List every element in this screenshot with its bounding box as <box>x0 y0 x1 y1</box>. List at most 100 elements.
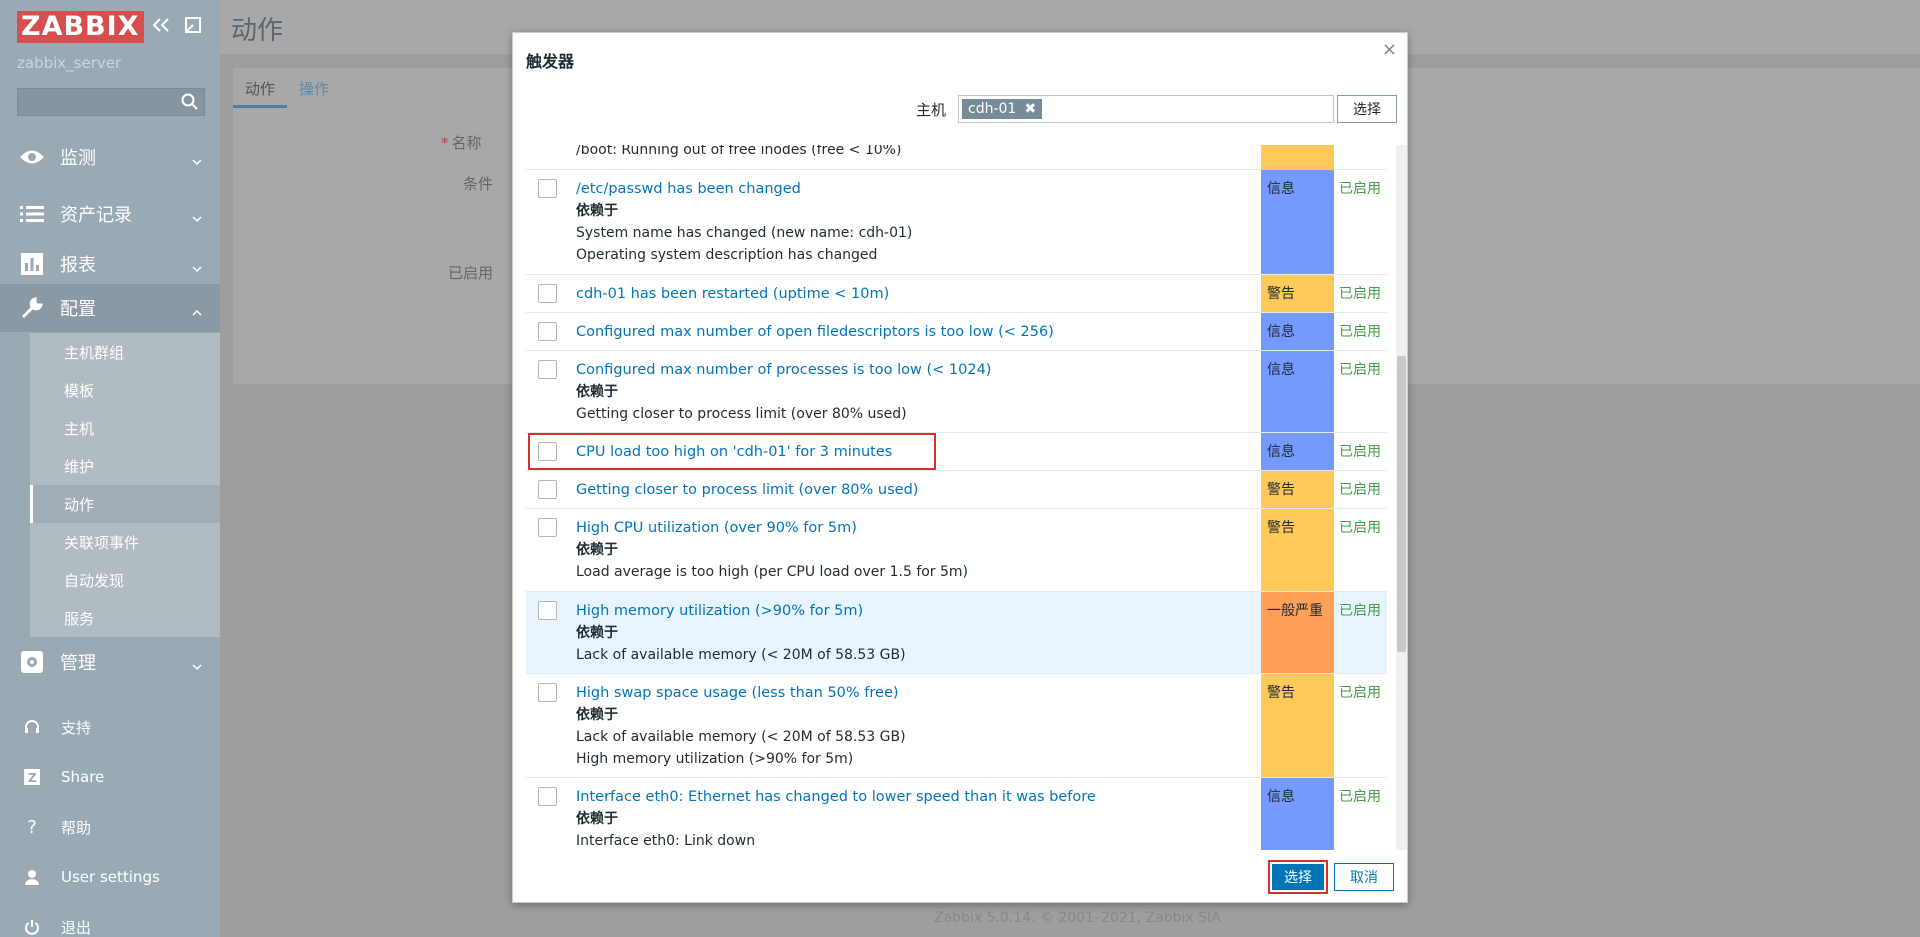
list-scrollbar[interactable] <box>1396 145 1407 850</box>
trigger-select-dialog: 触发器 × 主机 cdh-01 ✖ 选择 /boot: Running out … <box>512 32 1408 903</box>
status-text: 已启用 <box>1339 324 1381 340</box>
trigger-name-link[interactable]: High swap space usage (less than 50% fre… <box>576 682 1256 704</box>
row-checkbox[interactable] <box>538 601 557 620</box>
chevron-down-icon <box>192 150 202 171</box>
severity-badge: 信息 <box>1261 313 1334 350</box>
host-chip-label: cdh-01 <box>968 101 1017 117</box>
menu-user-settings[interactable]: User settings <box>0 857 220 897</box>
trigger-name-link[interactable]: Configured max number of processes is to… <box>576 359 1256 381</box>
submenu-item-hosts[interactable]: 主机 <box>30 409 220 447</box>
collapse-sidebar-icon[interactable] <box>150 14 172 36</box>
trigger-name-link[interactable]: Interface eth0: Ethernet has changed to … <box>576 786 1256 808</box>
table-row: High memory utilization (>90% for 5m) 依赖… <box>526 592 1387 674</box>
headset-icon <box>20 719 44 735</box>
zabbix-logo[interactable]: ZABBIX <box>17 11 144 43</box>
submenu-item-services[interactable]: 服务 <box>30 599 220 637</box>
menu-inventory[interactable]: 资产记录 <box>0 190 220 238</box>
host-chip: cdh-01 ✖ <box>962 99 1043 119</box>
power-icon <box>20 919 44 935</box>
row-checkbox[interactable] <box>538 179 557 198</box>
severity-badge <box>1261 145 1334 170</box>
select-button[interactable]: 选择 <box>1268 860 1328 894</box>
row-checkbox[interactable] <box>538 787 557 806</box>
submenu-item-maintenance[interactable]: 维护 <box>30 447 220 485</box>
menu-share[interactable]: Z Share <box>0 757 220 797</box>
menu-label: 配置 <box>60 299 96 320</box>
footer-copyright: Zabbix 5.0.14. © 2001–2021, Zabbix SIA <box>934 910 1221 926</box>
table-row: Getting closer to process limit (over 80… <box>526 471 1387 509</box>
table-row: /etc/passwd has been changed 依赖于 System … <box>526 170 1387 275</box>
search-icon[interactable] <box>181 93 199 115</box>
dependency-text: High memory utilization (>90% for 5m) <box>576 751 854 767</box>
gear-icon <box>18 648 46 676</box>
menu-help[interactable]: ? 帮助 <box>0 807 220 847</box>
row-checkbox[interactable] <box>538 284 557 303</box>
cancel-button[interactable]: 取消 <box>1334 863 1394 891</box>
submenu-item-actions[interactable]: 动作 <box>30 485 220 523</box>
close-icon[interactable]: × <box>1382 39 1397 60</box>
sidebar: ZABBIX zabbix_server 监测 资产记录 报表 配置 主机群组 … <box>0 0 220 937</box>
tab-operations[interactable]: 操作 <box>287 68 341 108</box>
dependency-text: Interface eth0: Link down <box>576 833 756 849</box>
table-row: Configured max number of open filedescri… <box>526 313 1387 351</box>
list-icon <box>18 200 46 228</box>
submenu-item-event-correlation[interactable]: 关联项事件 <box>30 523 220 561</box>
help-icon: ? <box>27 816 37 838</box>
submenu-item-discovery[interactable]: 自动发现 <box>30 561 220 599</box>
status-text: 已启用 <box>1339 482 1381 498</box>
remove-chip-icon[interactable]: ✖ <box>1024 99 1036 119</box>
trigger-name-link[interactable]: CPU load too high on 'cdh-01' for 3 minu… <box>576 441 1256 463</box>
row-checkbox[interactable] <box>538 683 557 702</box>
menu-configuration[interactable]: 配置 <box>0 284 220 332</box>
trigger-name-link[interactable]: High memory utilization (>90% for 5m) <box>576 600 1256 622</box>
depends-on-label: 依赖于 <box>576 625 618 641</box>
bar-chart-icon <box>18 250 46 278</box>
menu-label: 帮助 <box>61 818 92 837</box>
trigger-name-link[interactable]: Configured max number of open filedescri… <box>576 321 1256 343</box>
row-checkbox[interactable] <box>538 480 557 499</box>
table-row: Configured max number of processes is to… <box>526 351 1387 433</box>
menu-monitoring[interactable]: 监测 <box>0 133 220 181</box>
table-row: Interface eth0: Ethernet has changed to … <box>526 778 1387 850</box>
severity-badge: 信息 <box>1261 170 1334 274</box>
trigger-name-link[interactable]: /etc/passwd has been changed <box>576 178 1256 200</box>
row-checkbox[interactable] <box>538 360 557 379</box>
dependency-text: Lack of available memory (< 20M of 58.53… <box>576 729 906 745</box>
trigger-name-link[interactable]: cdh-01 has been restarted (uptime < 10m) <box>576 283 1256 305</box>
menu-reports[interactable]: 报表 <box>0 240 220 288</box>
dependency-text: Load average is too high (per CPU load o… <box>576 564 969 580</box>
menu-label: 监测 <box>60 148 96 169</box>
trigger-name-link[interactable]: High CPU utilization (over 90% for 5m) <box>576 517 1256 539</box>
host-select-button[interactable]: 选择 <box>1337 95 1397 123</box>
submenu-item-templates[interactable]: 模板 <box>30 371 220 409</box>
chevron-down-icon <box>192 655 202 676</box>
menu-label: 退出 <box>61 918 92 937</box>
host-multiselect-input[interactable]: cdh-01 ✖ <box>958 95 1334 123</box>
row-checkbox[interactable] <box>538 322 557 341</box>
scrollbar-thumb[interactable] <box>1397 356 1406 652</box>
table-row: /boot: Running out of free inodes (free … <box>526 145 1387 170</box>
menu-administration[interactable]: 管理 <box>0 638 220 686</box>
menu-support[interactable]: 支持 <box>0 707 220 747</box>
enabled-label: 已启用 <box>448 264 494 282</box>
eye-icon <box>18 143 46 171</box>
dialog-title: 触发器 <box>526 52 575 71</box>
trigger-name-link[interactable]: Getting closer to process limit (over 80… <box>576 479 1256 501</box>
depends-on-label: 依赖于 <box>576 707 618 723</box>
status-text: 已启用 <box>1339 362 1381 378</box>
sidebar-search-input[interactable] <box>17 88 205 116</box>
user-icon <box>20 869 44 885</box>
menu-label: 支持 <box>61 718 92 737</box>
dependency-text: System name has changed (new name: cdh-0… <box>576 225 913 241</box>
row-checkbox[interactable] <box>538 518 557 537</box>
tab-action[interactable]: 动作 <box>233 68 288 108</box>
kiosk-mode-icon[interactable] <box>182 14 204 36</box>
row-checkbox[interactable] <box>538 442 557 461</box>
table-row: High swap space usage (less than 50% fre… <box>526 674 1387 778</box>
svg-text:Z: Z <box>28 771 37 785</box>
dependency-text: Operating system description has changed <box>576 247 878 263</box>
name-label: * 名称 <box>441 134 482 152</box>
submenu-item-host-groups[interactable]: 主机群组 <box>30 333 220 371</box>
menu-sign-out[interactable]: 退出 <box>0 907 220 937</box>
trigger-list: /boot: Running out of free inodes (free … <box>526 145 1387 850</box>
